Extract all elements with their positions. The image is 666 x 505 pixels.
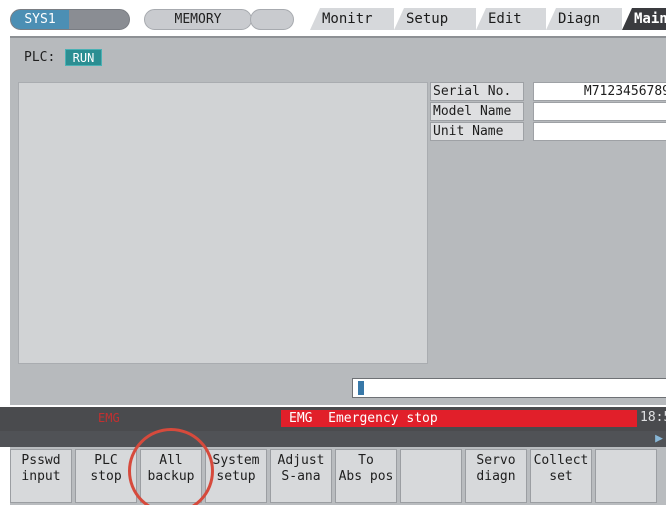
tab-diagn[interactable]: Diagn: [546, 8, 622, 30]
blank-mode-indicator: [250, 9, 294, 30]
system-label: SYS1: [11, 10, 69, 29]
softkey-servo-diagn[interactable]: Servo diagn: [465, 449, 527, 503]
system-tab[interactable]: SYS1: [10, 9, 130, 30]
tab-setup[interactable]: Setup: [394, 8, 476, 30]
softkey-collect-set[interactable]: Collect set: [530, 449, 592, 503]
model-name-value: [533, 102, 666, 121]
input-field[interactable]: [352, 378, 666, 398]
plc-label: PLC:: [24, 50, 56, 65]
softkey-bar: Psswd input PLC stop All backup System s…: [10, 447, 666, 505]
serial-value: M7123456789: [533, 82, 666, 101]
alarm-bar: EMG EMG Emergency stop 18:51: [0, 407, 666, 431]
tab-maint[interactable]: Maint: [622, 8, 666, 30]
serial-label: Serial No.: [430, 82, 524, 101]
unit-name-label: Unit Name: [430, 122, 524, 141]
next-page-icon[interactable]: ▶: [655, 432, 663, 446]
model-name-label: Model Name: [430, 102, 524, 121]
main-screen: PLC: RUN Serial No. M7123456789 Model Na…: [10, 36, 666, 405]
softkey-system-setup[interactable]: System setup: [205, 449, 267, 503]
highlight-circle: [128, 428, 214, 505]
alarm-message: EMG Emergency stop: [281, 410, 637, 427]
unit-name-value: [533, 122, 666, 141]
softkey-to-abs-pos[interactable]: To Abs pos: [335, 449, 397, 503]
softkey-adjust-s-ana[interactable]: Adjust S-ana: [270, 449, 332, 503]
top-tab-bar: SYS1 MEMORY Monitr Setup Edit Diagn Main…: [0, 0, 666, 36]
text-cursor: [358, 381, 364, 395]
emg-indicator: EMG: [98, 411, 120, 425]
tab-edit[interactable]: Edit: [476, 8, 546, 30]
content-panel: [18, 82, 428, 364]
clock: 18:51: [640, 410, 666, 425]
softkey-empty-7[interactable]: [400, 449, 462, 503]
softkey-empty-10[interactable]: [595, 449, 657, 503]
softkey-psswd-input[interactable]: Psswd input: [10, 449, 72, 503]
tab-monitr[interactable]: Monitr: [310, 8, 394, 30]
mode-indicator: MEMORY: [144, 9, 252, 30]
plc-status-badge: RUN: [65, 49, 102, 66]
alarm-lower-bar: ▶: [0, 431, 666, 447]
